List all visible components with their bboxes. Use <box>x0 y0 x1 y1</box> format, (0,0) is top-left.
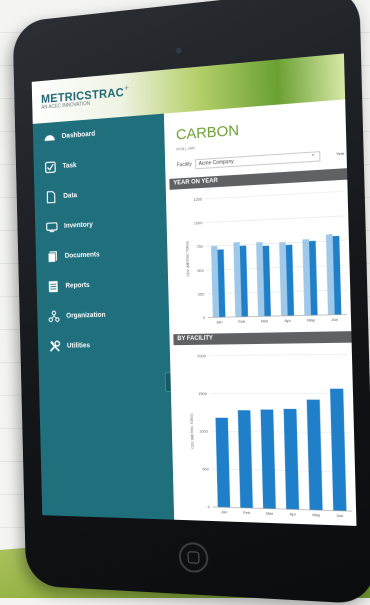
home-button[interactable] <box>179 542 209 573</box>
bar <box>238 410 253 508</box>
main-content: CARBON PCB | JAN Facility Acme Company Y… <box>164 99 357 526</box>
app-screen: METRICSTRAC+ AN ACEC INNOVATION Dashboar… <box>32 53 357 525</box>
sidebar-item-label: Data <box>63 192 77 200</box>
gridline <box>209 354 348 356</box>
gridline <box>212 469 351 472</box>
x-tick-label: Mar <box>261 319 269 323</box>
breadcrumb[interactable]: PCB | JAN <box>176 145 195 151</box>
monitor-icon <box>44 219 59 235</box>
sidebar: Dashboard Task Data Inventory <box>33 114 174 520</box>
y-tick-label: 0 <box>208 505 210 509</box>
facility-label: Facility <box>177 162 192 169</box>
y-tick-label: 250 <box>198 292 205 296</box>
sidebar-item-label: Dashboard <box>62 131 96 140</box>
sidebar-item-label: Documents <box>65 251 100 259</box>
bar <box>330 389 346 511</box>
x-tick-label: Jun <box>337 514 344 519</box>
y-tick-label: 0 <box>203 316 205 320</box>
y-tick-label: 1250 <box>193 197 202 202</box>
tools-icon <box>47 339 62 355</box>
x-tick-label: May <box>307 318 315 322</box>
tablet-device: METRICSTRAC+ AN ACEC INNOVATION Dashboar… <box>13 0 370 605</box>
x-tick-label: Apr <box>284 319 291 323</box>
x-axis-line <box>208 314 347 317</box>
bar <box>261 410 276 509</box>
year-on-year-chart: 0 250 500 750 1000 1250 CO2 (METRIC TONS) Jan Fe… <box>170 181 352 331</box>
dashboard-icon <box>42 129 57 145</box>
sidebar-item-documents[interactable]: Documents <box>36 237 168 273</box>
x-tick-label: Apr <box>290 512 297 517</box>
x-tick-label: Jan <box>216 320 222 324</box>
facility-filter: Facility Acme Company <box>177 151 320 170</box>
camera-icon <box>176 47 182 54</box>
documents-icon <box>45 249 60 265</box>
x-tick-label: Mar <box>266 511 274 515</box>
y-tick-label: 2000 <box>197 354 206 358</box>
gridline <box>206 241 345 247</box>
facility-value: Acme Company <box>199 159 234 167</box>
document-icon <box>43 189 58 205</box>
x-tick-label: Jun <box>331 318 338 322</box>
by-facility-chart: 0 500 1000 1500 2000 CO2 (METRIC TONS) Jan Feb M… <box>174 344 357 524</box>
x-tick-label: Feb <box>238 320 245 324</box>
sidebar-item-label: Task <box>62 162 76 170</box>
gridline <box>206 216 345 223</box>
by-facility-chart-svg: 0 500 1000 1500 2000 CO2 (METRIC TONS) Jan Feb M… <box>174 344 357 524</box>
sidebar-item-label: Inventory <box>64 222 93 230</box>
year-on-year-chart-svg: 0 250 500 750 1000 1250 CO2 (METRIC TONS) Jan Fe… <box>170 181 352 331</box>
y-tick-label: 1500 <box>198 392 207 396</box>
x-tick-label: May <box>312 513 320 518</box>
y-tick-label: 500 <box>197 269 204 273</box>
gridline <box>207 290 346 294</box>
sidebar-item-label: Utilities <box>67 342 90 349</box>
page-title: CARBON <box>176 122 239 144</box>
facility-select[interactable]: Acme Company <box>195 151 320 169</box>
year-label[interactable]: Year <box>336 151 345 157</box>
sidebar-item-reports[interactable]: Reports <box>36 268 168 302</box>
sidebar-item-utilities[interactable]: Utilities <box>38 329 170 361</box>
gridline <box>205 191 343 199</box>
y-tick-label: 1000 <box>199 430 208 434</box>
x-tick-label: Jan <box>221 510 227 514</box>
bar <box>307 400 323 511</box>
y-tick-label: 1000 <box>194 221 203 226</box>
y-axis-label: CO2 (METRIC TONS) <box>185 241 190 276</box>
organization-icon <box>46 309 61 325</box>
x-axis-line <box>213 507 352 511</box>
gridline <box>207 265 346 270</box>
y-tick-label: 750 <box>197 245 204 249</box>
y-tick-label: 500 <box>202 467 209 471</box>
x-tick-label: Feb <box>243 511 250 515</box>
sidebar-item-label: Reports <box>65 282 89 290</box>
y-axis-label: CO2 (METRIC TONS) <box>190 413 195 448</box>
sidebar-item-organization[interactable]: Organization <box>37 298 169 331</box>
bar <box>284 409 299 510</box>
sidebar-item-label: Organization <box>66 312 105 320</box>
checkbox-icon <box>43 159 58 175</box>
reports-icon <box>45 279 60 295</box>
bar <box>216 418 231 508</box>
gridline <box>211 431 350 432</box>
